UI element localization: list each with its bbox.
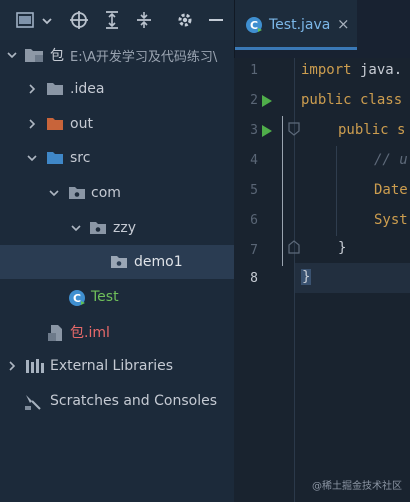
- tree-item-idea[interactable]: .idea: [0, 72, 234, 106]
- excluded-folder-icon: [47, 118, 63, 130]
- chevron-down-icon[interactable]: [6, 49, 18, 61]
- code-type: Date: [374, 182, 408, 198]
- code-line-6: Syst: [374, 212, 408, 228]
- tree-label-zzy: zzy: [113, 220, 136, 236]
- tree-label-idea: .idea: [70, 81, 105, 97]
- chevron-right-icon[interactable]: [6, 360, 18, 372]
- indent-guide: [336, 146, 337, 236]
- line-number-current: 8: [250, 271, 258, 286]
- tree-label-demo1: demo1: [134, 254, 183, 270]
- run-class-icon[interactable]: [262, 95, 272, 107]
- closing-brace-matched: }: [301, 269, 312, 285]
- tree-label-src: src: [70, 150, 91, 166]
- fold-icon[interactable]: [288, 240, 300, 254]
- tree-label-scratches: Scratches and Consoles: [50, 393, 217, 409]
- chevron-right-icon[interactable]: [26, 83, 38, 95]
- code-line-8: }: [301, 269, 312, 285]
- project-toolbar: [0, 0, 234, 40]
- line-number: 3: [250, 123, 258, 138]
- tree-label-com: com: [91, 185, 121, 201]
- line-number: 4: [250, 153, 258, 168]
- tree-item-test[interactable]: C Test: [0, 280, 234, 314]
- java-class-icon: C: [69, 290, 85, 306]
- keyword-public-class: public class: [301, 92, 403, 108]
- line-number: 5: [250, 183, 258, 198]
- root-path: E:\A开发学习及代码练习\: [70, 49, 218, 65]
- package-icon: [111, 256, 127, 268]
- tree-item-out[interactable]: out: [0, 107, 234, 141]
- tree-item-iml[interactable]: 包.iml: [0, 315, 234, 349]
- tree-label-test: Test: [91, 289, 119, 305]
- editor-tab-bar: C Test.java ×: [234, 0, 410, 58]
- caret-guide: [282, 116, 283, 266]
- code-text: java.: [351, 62, 403, 78]
- package-icon: [69, 187, 85, 199]
- source-folder-icon: [47, 152, 63, 164]
- root-name: 包: [50, 48, 64, 64]
- tab-label: Test.java: [269, 17, 331, 33]
- line-number: 1: [250, 63, 258, 78]
- tree-item-com[interactable]: com: [0, 176, 234, 210]
- keyword-public-static: public s: [338, 122, 406, 138]
- library-icon: [26, 359, 44, 373]
- crosshair-icon[interactable]: [68, 9, 90, 31]
- tree-item-demo1[interactable]: demo1: [0, 245, 234, 279]
- code-line-7: }: [338, 240, 346, 256]
- tree-label-out: out: [70, 116, 93, 132]
- chevron-right-icon[interactable]: [26, 118, 38, 130]
- code-editor[interactable]: 1 2 3 4 5 6 7 8 import java. public clas…: [234, 58, 410, 502]
- code-line-1: import java.: [301, 62, 402, 78]
- tree-item-zzy[interactable]: zzy: [0, 211, 234, 245]
- expand-all-icon[interactable]: [101, 9, 123, 31]
- code-line-3: public s: [338, 122, 405, 138]
- tab-test-java[interactable]: C Test.java ×: [235, 0, 357, 50]
- window-icon[interactable]: [14, 9, 36, 31]
- tree-item-scratches[interactable]: Scratches and Consoles: [0, 384, 234, 418]
- java-class-icon: C: [246, 17, 262, 33]
- tree-root-row[interactable]: 包 E:\A开发学习及代码练习\: [0, 38, 234, 72]
- code-comment: // u: [374, 152, 408, 168]
- chevron-down-icon[interactable]: [70, 222, 82, 234]
- chevron-down-icon[interactable]: [48, 187, 60, 199]
- tree-label-iml: 包.iml: [70, 325, 110, 341]
- tree-item-external-libraries[interactable]: External Libraries: [0, 349, 234, 383]
- chevron-down-icon[interactable]: [26, 152, 38, 164]
- tree-item-src[interactable]: src: [0, 141, 234, 175]
- folder-icon: [47, 83, 63, 95]
- run-method-icon[interactable]: [262, 125, 272, 137]
- line-number: 2: [250, 93, 258, 108]
- code-line-4: // u: [374, 152, 408, 168]
- minimize-icon[interactable]: [206, 9, 226, 31]
- collapse-all-icon[interactable]: [133, 9, 155, 31]
- dropdown-arrow-icon[interactable]: [38, 9, 56, 31]
- line-number: 7: [250, 243, 258, 258]
- module-folder-icon: [25, 49, 43, 62]
- scratches-icon: [25, 395, 41, 410]
- close-icon[interactable]: ×: [337, 15, 350, 33]
- fold-icon[interactable]: [288, 122, 300, 136]
- package-icon: [90, 222, 106, 234]
- iml-file-icon: [48, 325, 62, 341]
- watermark: @稀土掘金技术社区: [312, 481, 402, 492]
- tree-label-external-libraries: External Libraries: [50, 358, 173, 374]
- code-line-2: public class: [301, 92, 402, 108]
- line-number: 6: [250, 213, 258, 228]
- svg-text:C: C: [250, 19, 258, 32]
- keyword-import: import: [301, 62, 352, 78]
- code-line-5: Date: [374, 182, 408, 198]
- gear-icon[interactable]: [174, 9, 196, 31]
- code-type: Syst: [374, 212, 408, 228]
- project-panel: 包 E:\A开发学习及代码练习\ .idea out src com zzy d…: [0, 0, 234, 502]
- svg-text:C: C: [73, 292, 81, 305]
- closing-brace: }: [338, 240, 347, 256]
